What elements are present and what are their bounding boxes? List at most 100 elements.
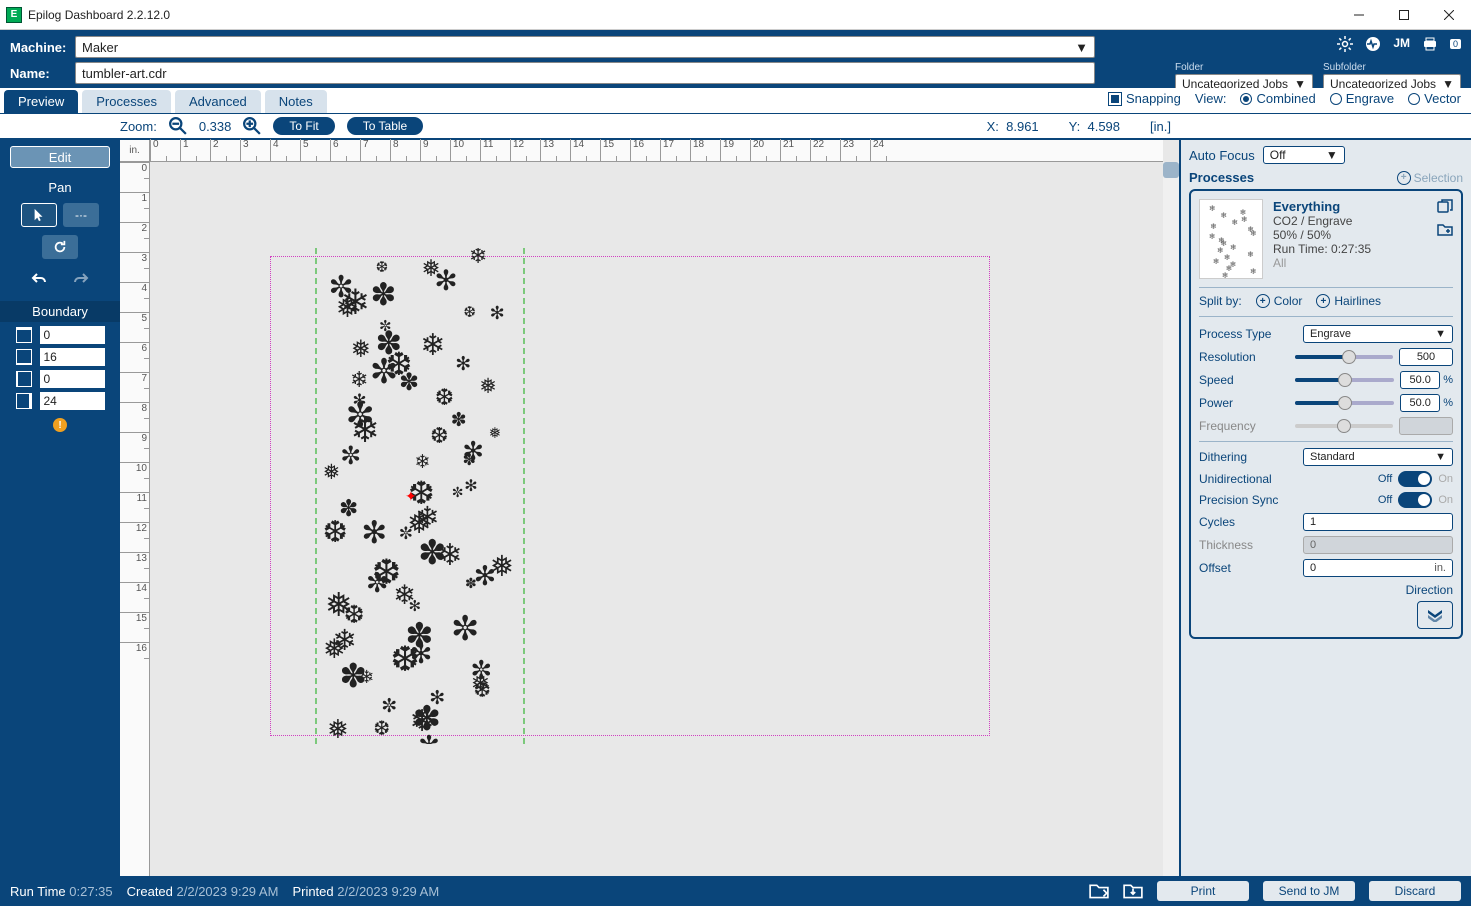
jm-icon[interactable]: JM xyxy=(1393,36,1410,52)
canvas[interactable]: ❄❅❆✻✼✽❄❅❆✻✼✽❄❅❆✻✼✽❄❅❆✻✼✽❄❅❆✻✼✽❄❅❆✻✼✽❄❅❆✻… xyxy=(150,162,1163,882)
autofocus-select[interactable]: Off▼ xyxy=(1263,146,1345,164)
thickness-label: Thickness xyxy=(1199,538,1289,552)
frequency-value xyxy=(1399,417,1453,435)
bottom-bar: Run Time 0:27:35 Created 2/2/2023 9:29 A… xyxy=(0,876,1471,906)
zoom-to-table-button[interactable]: To Table xyxy=(347,117,423,135)
print-queue-badge: 0 xyxy=(1450,39,1461,49)
vertical-scrollbar[interactable] xyxy=(1163,162,1179,882)
process-card: ❄❄❄❄❄❄❄❄❄❄❄❄❄❄❄❄❄❄❄❄ Everything CO2 / En… xyxy=(1189,189,1463,639)
discard-button[interactable]: Discard xyxy=(1369,881,1461,901)
process-title[interactable]: Everything xyxy=(1273,199,1427,214)
thickness-input: 0 xyxy=(1303,536,1453,554)
redo-tool[interactable] xyxy=(63,267,99,291)
machine-select[interactable]: Maker▼ xyxy=(75,36,1095,58)
coord-unit: [in.] xyxy=(1150,119,1171,134)
offset-label: Offset xyxy=(1199,561,1289,575)
refresh-tool[interactable] xyxy=(42,235,78,259)
topbar: Machine: Maker▼ Name: tumbler-art.cdr JM… xyxy=(0,30,1471,88)
titlebar: E Epilog Dashboard 2.2.12.0 xyxy=(0,0,1471,30)
bound-left-input[interactable] xyxy=(40,370,105,388)
machine-label: Machine: xyxy=(10,40,65,55)
snapping-toggle[interactable]: Snapping xyxy=(1108,91,1181,106)
unidirectional-toggle[interactable] xyxy=(1398,471,1432,487)
cycles-label: Cycles xyxy=(1199,515,1289,529)
power-label: Power xyxy=(1199,396,1289,410)
dithering-label: Dithering xyxy=(1199,450,1289,464)
folder-add-icon[interactable] xyxy=(1437,221,1453,237)
speed-value[interactable]: 50.0 xyxy=(1400,371,1440,389)
process-type-select[interactable]: Engrave▼ xyxy=(1303,325,1453,343)
power-value[interactable]: 50.0 xyxy=(1400,394,1440,412)
right-panel: Auto Focus Off▼ Processes +Selection ❄❄❄… xyxy=(1181,140,1471,898)
power-slider[interactable] xyxy=(1295,401,1394,405)
left-sidebar: Edit Pan -·- Boundary ! xyxy=(0,140,120,898)
bound-left-icon xyxy=(16,371,32,387)
printer-icon[interactable] xyxy=(1422,36,1438,52)
coord-x: 8.961 xyxy=(1006,119,1039,134)
tab-notes[interactable]: Notes xyxy=(265,90,327,113)
tab-advanced[interactable]: Advanced xyxy=(175,90,261,113)
resolution-value[interactable]: 500 xyxy=(1399,348,1453,366)
link-icon[interactable] xyxy=(1437,199,1453,215)
zoom-value: 0.338 xyxy=(199,119,232,134)
origin-marker: ✦ xyxy=(405,488,417,505)
tab-preview[interactable]: Preview xyxy=(4,90,78,113)
edit-button[interactable]: Edit xyxy=(10,146,110,168)
view-combined-radio[interactable]: Combined xyxy=(1240,91,1315,106)
app-icon: E xyxy=(6,7,22,23)
runtime-value: 0:27:35 xyxy=(69,884,112,899)
bound-bottom-input[interactable] xyxy=(40,348,105,366)
pan-label: Pan xyxy=(48,180,71,195)
split-by-label: Split by: xyxy=(1199,294,1242,308)
heartbeat-icon[interactable] xyxy=(1365,36,1381,52)
tab-processes[interactable]: Processes xyxy=(82,90,171,113)
folder-save-icon[interactable] xyxy=(1123,881,1143,901)
created-value: 2/2/2023 9:29 AM xyxy=(177,884,279,899)
precision-sync-toggle[interactable] xyxy=(1398,492,1432,508)
minimize-button[interactable] xyxy=(1336,0,1381,30)
bound-top-input[interactable] xyxy=(40,326,105,344)
app-title: Epilog Dashboard 2.2.12.0 xyxy=(28,8,1336,22)
view-label: View: xyxy=(1195,91,1227,106)
precision-sync-label: Precision Sync xyxy=(1199,493,1289,507)
autofocus-label: Auto Focus xyxy=(1189,148,1255,163)
frequency-slider xyxy=(1295,424,1393,428)
speed-slider[interactable] xyxy=(1295,378,1394,382)
bound-right-input[interactable] xyxy=(40,392,105,410)
tab-row: Preview Processes Advanced Notes Snappin… xyxy=(0,88,1471,114)
split-hairlines-button[interactable]: +Hairlines xyxy=(1316,294,1381,308)
frequency-label: Frequency xyxy=(1199,419,1289,433)
gear-icon[interactable] xyxy=(1337,36,1353,52)
crosshair-tool[interactable]: -·- xyxy=(63,203,99,227)
dithering-select[interactable]: Standard▼ xyxy=(1303,448,1453,466)
artwork[interactable]: ❄❅❆✻✼✽❄❅❆✻✼✽❄❅❆✻✼✽❄❅❆✻✼✽❄❅❆✻✼✽❄❅❆✻✼✽❄❅❆✻… xyxy=(315,248,525,744)
zoom-in-icon[interactable] xyxy=(243,117,261,135)
view-engrave-radio[interactable]: Engrave xyxy=(1330,91,1394,106)
ruler-vertical: 012345678910111213141516 xyxy=(120,162,150,882)
name-input[interactable]: tumbler-art.cdr xyxy=(75,62,1095,84)
cycles-input[interactable]: 1 xyxy=(1303,513,1453,531)
undo-tool[interactable] xyxy=(21,267,57,291)
offset-input[interactable]: 0in. xyxy=(1303,559,1453,577)
zoom-to-fit-button[interactable]: To Fit xyxy=(273,117,334,135)
direction-label: Direction xyxy=(1406,583,1453,597)
print-button[interactable]: Print xyxy=(1157,881,1249,901)
view-vector-radio[interactable]: Vector xyxy=(1408,91,1461,106)
pointer-tool[interactable] xyxy=(21,203,57,227)
boundary-header: Boundary xyxy=(0,301,120,322)
close-button[interactable] xyxy=(1426,0,1471,30)
ruler-horizontal: 0123456789101112131415161718192021222324 xyxy=(150,140,1163,162)
selection-link[interactable]: +Selection xyxy=(1397,171,1463,185)
folder-label: Folder xyxy=(1175,62,1313,73)
maximize-button[interactable] xyxy=(1381,0,1426,30)
zoom-out-icon[interactable] xyxy=(169,117,187,135)
unidirectional-label: Unidirectional xyxy=(1199,472,1289,486)
split-color-button[interactable]: +Color xyxy=(1256,294,1303,308)
direction-button[interactable] xyxy=(1417,601,1453,629)
ruler-unit: in. xyxy=(120,140,150,162)
send-to-jm-button[interactable]: Send to JM xyxy=(1263,881,1355,901)
warning-icon[interactable]: ! xyxy=(53,418,67,432)
resolution-slider[interactable] xyxy=(1295,355,1393,359)
bound-right-icon xyxy=(16,393,32,409)
folder-open-icon[interactable] xyxy=(1089,881,1109,901)
